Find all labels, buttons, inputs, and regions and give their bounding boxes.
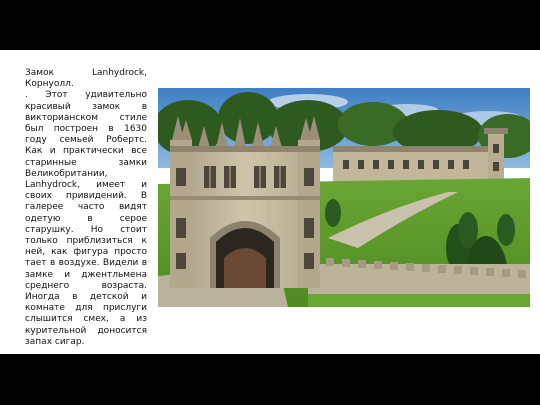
slide-body: . Этот удивительно красивый замок в викт… [25,90,147,347]
description-text: Замок Lanhydrock, Корнуолл. . Этот удиви… [25,68,147,348]
slide-title: Замок Lanhydrock, Корнуолл. [25,68,147,90]
slide: Замок Lanhydrock, Корнуолл. . Этот удиви… [0,50,540,354]
castle-photo [158,88,530,307]
crenellated-wall [308,258,530,307]
